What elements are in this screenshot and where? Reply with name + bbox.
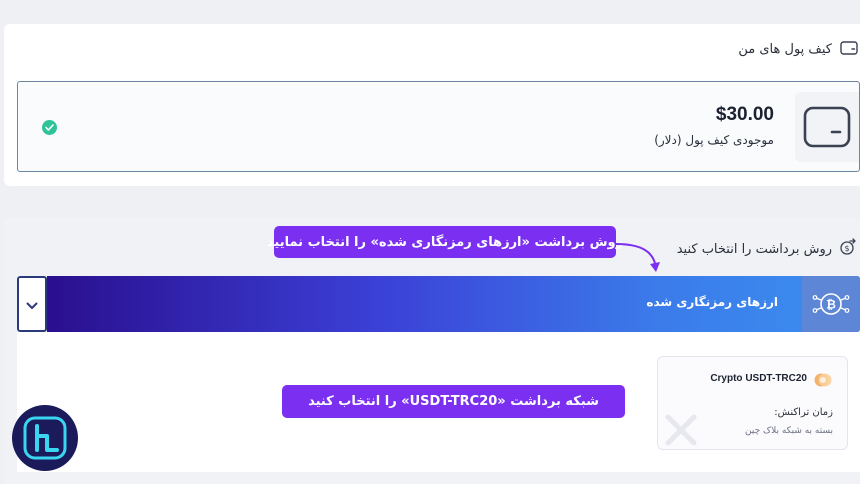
withdraw-method-title: روش برداشت را انتخاب کنید bbox=[676, 241, 832, 257]
wallet-title: کیف پول های من bbox=[738, 42, 832, 57]
wallet-icon bbox=[840, 40, 858, 59]
brand-logo bbox=[12, 405, 78, 471]
annotation-step2-text: شبکه برداشت «USDT-TRC20» را انتخاب کنید bbox=[308, 394, 599, 409]
svg-text:$: $ bbox=[844, 244, 849, 253]
wallet-icon bbox=[795, 92, 859, 162]
svg-text:₿: ₿ bbox=[826, 298, 836, 312]
bitcoin-network-icon: ₿ bbox=[802, 276, 860, 332]
dropdown-toggle-button[interactable] bbox=[17, 276, 47, 332]
crypto-network-name: Crypto USDT-TRC20 bbox=[710, 373, 807, 384]
annotation-step1: روش برداشت «ارزهای رمزنگاری شده» را انتخ… bbox=[267, 226, 623, 258]
annotation-step1-text: روش برداشت «ارزهای رمزنگاری شده» را انتخ… bbox=[266, 234, 624, 250]
usdt-trc20-option-card[interactable]: Crypto USDT-TRC20 زمان تراکنش: بسته به ش… bbox=[657, 356, 848, 450]
crypto-coin-icon bbox=[813, 370, 833, 394]
withdraw-method-header: $ روش برداشت را انتخاب کنید bbox=[677, 238, 858, 260]
balance-amount: $30.00 bbox=[715, 104, 774, 125]
transaction-time-label: زمان تراکنش: bbox=[774, 407, 833, 418]
annotation-step2: شبکه برداشت «USDT-TRC20» را انتخاب کنید bbox=[282, 385, 625, 418]
crypto-method-select[interactable]: ارزهای رمزنگاری شده ₿ bbox=[17, 276, 860, 332]
chevron-down-icon bbox=[26, 295, 38, 314]
wallet-header: کیف پول های من bbox=[738, 40, 858, 59]
transaction-time-value: بسته به شبکه بلاک چین bbox=[745, 426, 833, 436]
crypto-method-label: ارزهای رمزنگاری شده bbox=[646, 295, 778, 309]
wallet-balance-card[interactable]: $30.00 موجودی کیف پول (دلار) bbox=[17, 81, 860, 172]
money-transfer-icon: $ bbox=[838, 238, 858, 260]
check-circle-icon bbox=[42, 120, 57, 135]
crypto-method-option[interactable]: ارزهای رمزنگاری شده ₿ bbox=[47, 276, 860, 332]
watermark-x-icon bbox=[664, 413, 698, 449]
annotation-arrow bbox=[615, 243, 660, 272]
balance-label: موجودی کیف پول (دلار) bbox=[654, 133, 774, 147]
wallet-card: کیف پول های من $30.00 موجودی کیف پول (دل… bbox=[4, 24, 860, 186]
